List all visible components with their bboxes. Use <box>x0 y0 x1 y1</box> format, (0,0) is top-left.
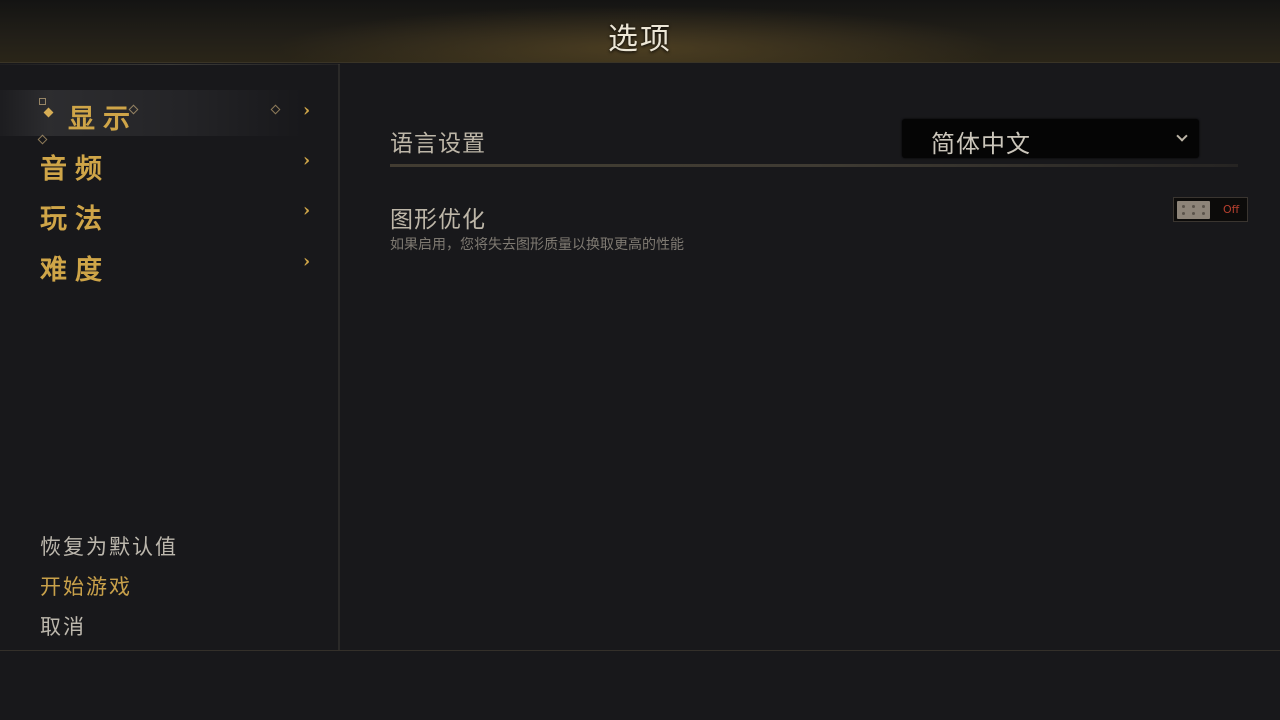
bottom-bar <box>0 650 1280 720</box>
toggle-state-label: Off <box>1223 203 1240 216</box>
knob-dot <box>1202 212 1205 215</box>
graphics-optimization-toggle[interactable]: Off <box>1173 197 1248 222</box>
knob-dot <box>1192 212 1195 215</box>
sidebar-item-label: 音频 <box>40 154 110 185</box>
options-screen: 选项 显示 › 音频 › 玩法 › 难度 › 恢复为默认值 开始游戏 取消 语言… <box>0 0 1280 720</box>
sidebar-item-difficulty[interactable]: 难度 › <box>0 241 338 287</box>
knob-dot <box>1202 205 1205 208</box>
sidebar-item-display[interactable]: 显示 › <box>0 90 338 136</box>
sidebar-item-label: 显示 <box>68 104 138 135</box>
header: 选项 <box>0 0 1280 63</box>
start-game-button[interactable]: 开始游戏 <box>40 571 132 601</box>
sidebar-item-label: 难度 <box>40 255 110 286</box>
settings-panel: 语言设置 简体中文 图形优化 如果启用，您将失去图形质量以换取更高的性能 Off <box>342 64 1280 650</box>
sidebar: 显示 › 音频 › 玩法 › 难度 › 恢复为默认值 开始游戏 取消 <box>0 64 340 650</box>
language-dropdown-value: 简体中文 <box>931 130 1031 158</box>
chevron-right-icon: › <box>303 200 311 221</box>
chevron-right-icon: › <box>303 100 311 121</box>
chevron-right-icon: › <box>303 251 311 272</box>
toggle-knob <box>1177 201 1210 219</box>
knob-dot <box>1192 205 1195 208</box>
language-dropdown[interactable]: 简体中文 <box>902 119 1199 158</box>
setting-divider <box>390 164 1238 167</box>
diamond-bullet-icon <box>43 107 54 118</box>
graphics-optimization-label: 图形优化 <box>390 207 486 233</box>
cancel-button[interactable]: 取消 <box>40 611 86 641</box>
reset-defaults-button[interactable]: 恢复为默认值 <box>40 531 178 561</box>
language-setting-label: 语言设置 <box>390 131 486 157</box>
chevron-down-icon <box>1176 130 1188 142</box>
sidebar-item-label: 玩法 <box>40 204 110 235</box>
knob-dot <box>1182 212 1185 215</box>
page-title: 选项 <box>608 22 672 57</box>
sidebar-divider <box>0 64 340 65</box>
sidebar-item-gameplay[interactable]: 玩法 › <box>0 190 338 236</box>
chevron-right-icon: › <box>303 150 311 171</box>
graphics-optimization-description: 如果启用，您将失去图形质量以换取更高的性能 <box>390 237 684 253</box>
knob-dot <box>1182 205 1185 208</box>
sidebar-item-audio[interactable]: 音频 › <box>0 140 338 186</box>
